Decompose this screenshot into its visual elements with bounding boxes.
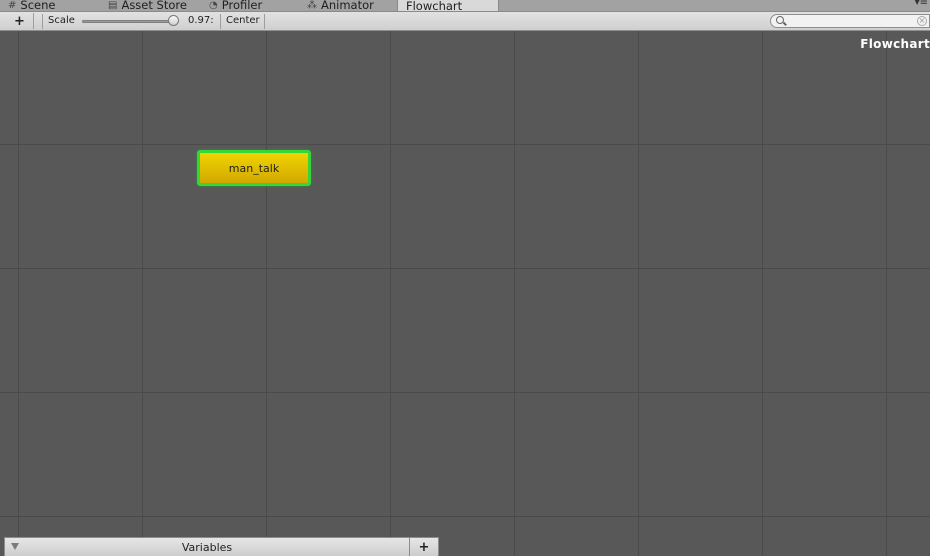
- tab-label: Animator: [321, 0, 374, 12]
- tab-scene[interactable]: # Scene: [8, 0, 56, 12]
- toolbar-divider: [264, 14, 265, 29]
- block-node[interactable]: man_talk: [197, 150, 311, 186]
- grid-icon: #: [8, 0, 17, 11]
- scale-label: Scale: [48, 15, 75, 26]
- add-variable-button[interactable]: +: [409, 537, 439, 556]
- flowchart-toolbar: + Scale 0.97: Center ×: [0, 12, 930, 31]
- flowchart-canvas[interactable]: [0, 31, 930, 556]
- toolbar-divider: [42, 14, 43, 29]
- search-input[interactable]: [787, 15, 915, 27]
- search-icon: [776, 16, 784, 24]
- variables-panel-header[interactable]: Variables: [4, 537, 410, 556]
- tab-flowchart[interactable]: Flowchart: [397, 0, 500, 12]
- tab-profiler[interactable]: ◔ Profiler: [209, 0, 263, 12]
- tab-menu-icon[interactable]: ▾≡: [915, 0, 928, 8]
- toolbar-divider: [220, 14, 221, 29]
- tab-label: Asset Store: [121, 0, 187, 12]
- add-block-button[interactable]: +: [6, 13, 34, 29]
- scale-value: 0.97:: [188, 15, 214, 26]
- animator-icon: ⁂: [307, 0, 317, 11]
- center-button[interactable]: Center: [226, 15, 260, 26]
- block-label: man_talk: [228, 161, 280, 175]
- tab-label: Scene: [20, 0, 56, 12]
- tab-label: Profiler: [221, 0, 263, 12]
- tab-asset-store[interactable]: ▤ Asset Store: [108, 0, 187, 12]
- tab-animator[interactable]: ⁂ Animator: [307, 0, 374, 12]
- search-box[interactable]: ×: [770, 14, 930, 28]
- store-icon: ▤: [108, 0, 118, 11]
- flowchart-name-label: Flowchart: [860, 37, 930, 51]
- clear-search-icon[interactable]: ×: [917, 16, 927, 26]
- scale-slider-thumb[interactable]: [168, 15, 179, 26]
- tab-label: Flowchart: [406, 0, 463, 12]
- window-tab-bar: # Scene ▤ Asset Store ◔ Profiler ⁂ Anima…: [0, 0, 930, 12]
- variables-label: Variables: [181, 541, 233, 554]
- scale-slider-track[interactable]: [82, 20, 178, 23]
- profiler-icon: ◔: [209, 0, 218, 11]
